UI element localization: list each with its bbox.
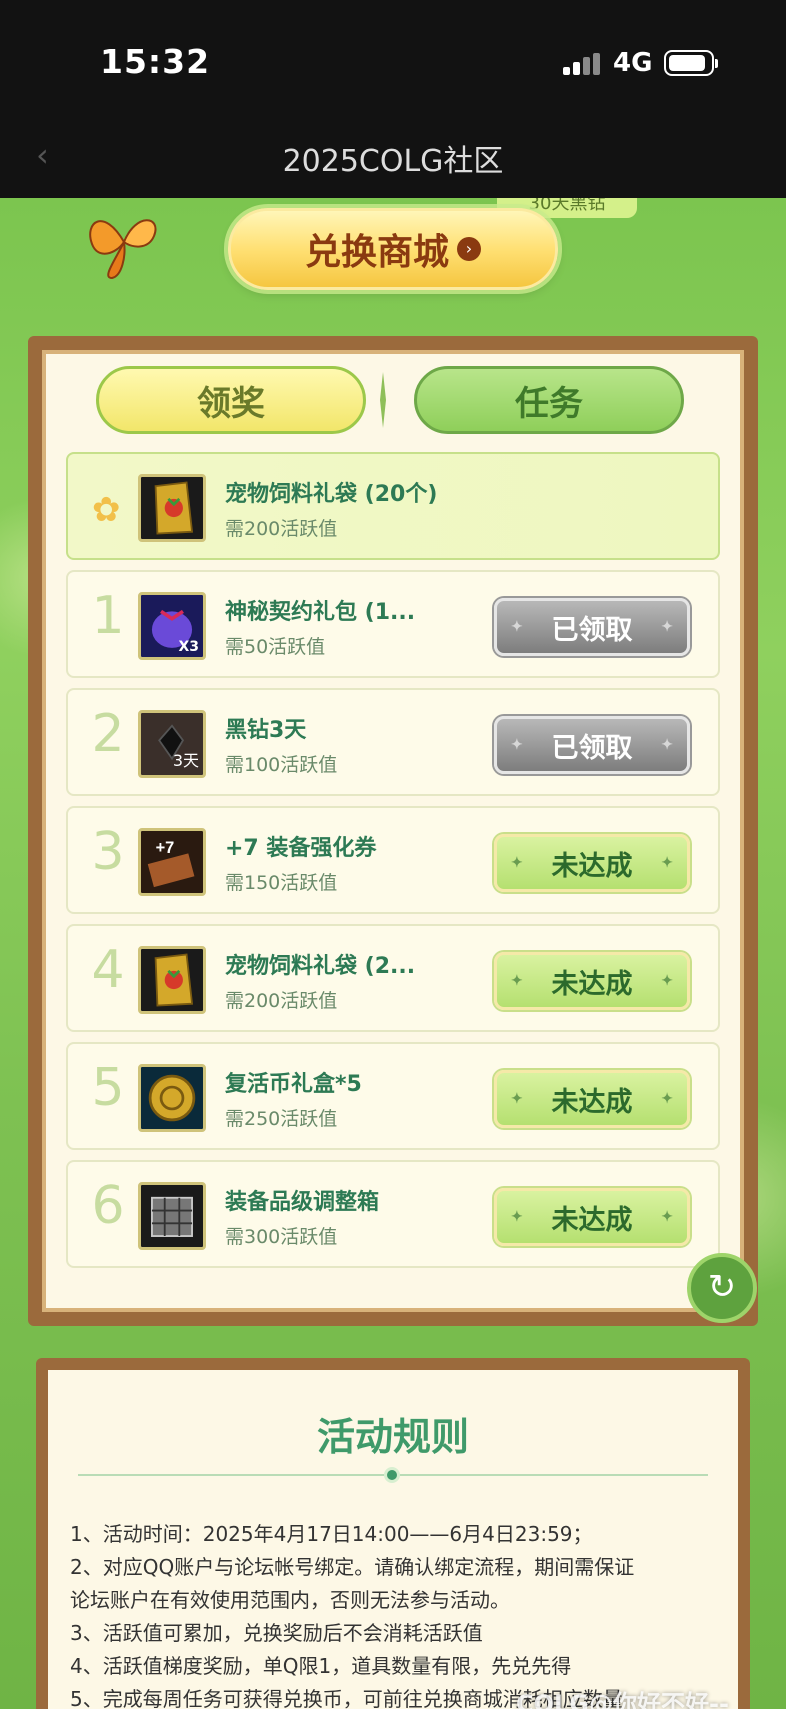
item-name: +7 装备强化券 [225, 836, 377, 861]
nav-title: 2025COLG社区 [282, 144, 504, 179]
reward-row: 6 装备品级调整箱 需300活跃值 未达成 [66, 1160, 720, 1268]
rules-title: 活动规则 [316, 1414, 469, 1459]
refresh-button[interactable]: ↻ [687, 1253, 757, 1323]
battery-icon [664, 50, 718, 76]
tab-claim[interactable]: 领奖 [96, 366, 366, 434]
rank-number: 1 [91, 586, 125, 646]
item-name: 宠物饲料礼袋 (2... [225, 954, 416, 979]
not-achieved-button[interactable]: 未达成 [494, 1188, 690, 1246]
item-requirement: 需250活跃值 [225, 1108, 338, 1130]
rule-line: 4、活跃值梯度奖励，单Q限1，道具数量有限，先兑先得 [70, 1654, 572, 1678]
item-name: 黑钻3天 [225, 718, 307, 743]
item-requirement: 需200活跃值 [225, 990, 338, 1012]
pet-food-bag-icon [138, 474, 206, 542]
revive-coin-box-icon [138, 1064, 206, 1132]
tab-bar: 领奖 任务 [60, 358, 726, 444]
exchange-shop-button[interactable]: 兑换商城 › [228, 208, 558, 290]
top-bar: 15:32 4G ‹ 2025COLG社区 [0, 0, 786, 198]
rank-number: 6 [91, 1176, 125, 1236]
reward-row: 5 复活币礼盒*5 需250活跃值 未达成 [66, 1042, 720, 1150]
arrow-right-icon: › [457, 237, 481, 261]
rank-number: 2 [91, 704, 125, 764]
item-name: 复活币礼盒*5 [225, 1072, 362, 1097]
claimed-button[interactable]: 已领取 [494, 716, 690, 774]
not-achieved-button[interactable]: 未达成 [494, 834, 690, 892]
reward-row: 3 +7 +7 装备强化券 需150活跃值 未达成 [66, 806, 720, 914]
network-type: 4G [613, 48, 653, 78]
watermark: COLG@你好不好-- [516, 1690, 729, 1709]
item-name: 装备品级调整箱 [225, 1190, 380, 1215]
event-page: 30天黑钻 兑换商城 › 领奖 任务 ✿ 宠物饲料礼袋 (20个) 需200活跃… [0, 198, 786, 1709]
svg-text:+7: +7 [156, 839, 175, 857]
rank-number: 4 [91, 940, 125, 1000]
item-duration: 3天 [172, 751, 199, 770]
item-quantity: X3 [178, 639, 199, 655]
not-achieved-button[interactable]: 未达成 [494, 1070, 690, 1128]
item-requirement: 需300活跃值 [225, 1226, 338, 1248]
status-time: 15:32 [100, 42, 211, 81]
mystery-bag-icon: X3 [138, 592, 206, 660]
item-name: 宠物饲料礼袋 (20个) [225, 482, 438, 507]
reward-row: 1 X3 神秘契约礼包 (1... 需50活跃值 已领取 [66, 570, 720, 678]
grade-adjust-box-icon [138, 1182, 206, 1250]
refresh-icon: ↻ [707, 1267, 737, 1307]
rules-text: 1、活动时间：2025年4月17日14:00——6月4日23:59； 2、对应Q… [70, 1518, 750, 1709]
rewards-board: 领奖 任务 ✿ 宠物饲料礼袋 (20个) 需200活跃值 1 X3 神秘契约礼包… [28, 336, 758, 1326]
item-name: 神秘契约礼包 (1... [225, 600, 416, 625]
item-requirement: 需100活跃值 [225, 754, 338, 776]
rules-board: 活动规则 1、活动时间：2025年4月17日14:00——6月4日23:59； … [36, 1358, 750, 1709]
reward-row: 2 3天 黑钻3天 需100活跃值 已领取 [66, 688, 720, 796]
flower-icon: ✿ [92, 490, 121, 530]
not-achieved-button[interactable]: 未达成 [494, 952, 690, 1010]
gem-icon [384, 1467, 400, 1483]
featured-reward-row: ✿ 宠物饲料礼袋 (20个) 需200活跃值 [66, 452, 720, 560]
reward-row: 4 宠物饲料礼袋 (2... 需200活跃值 未达成 [66, 924, 720, 1032]
item-requirement: 需200活跃值 [225, 518, 338, 540]
claimed-button[interactable]: 已领取 [494, 598, 690, 656]
exchange-shop-label: 兑换商城 [304, 231, 449, 273]
tab-divider [380, 372, 386, 428]
rule-line: 3、活跃值可累加，兑换奖励后不会消耗活跃值 [70, 1621, 483, 1645]
rule-line: 1、活动时间：2025年4月17日14:00——6月4日23:59； [70, 1522, 593, 1546]
rule-line: 2、对应QQ账户与论坛帐号绑定。请确认绑定流程，期间需保证 [70, 1555, 635, 1579]
rank-number: 3 [91, 822, 125, 882]
item-requirement: 需50活跃值 [225, 636, 326, 658]
tab-tasks[interactable]: 任务 [414, 366, 684, 434]
item-requirement: 需150活跃值 [225, 872, 338, 894]
butterfly-icon [89, 219, 157, 280]
black-diamond-icon: 3天 [138, 710, 206, 778]
rule-line: 论坛账户在有效使用范围内，否则无法参与活动。 [70, 1588, 510, 1612]
rank-number: 5 [91, 1058, 125, 1118]
signal-icon [563, 53, 603, 75]
enhance-ticket-icon: +7 [138, 828, 206, 896]
pet-food-bag-icon [138, 946, 206, 1014]
